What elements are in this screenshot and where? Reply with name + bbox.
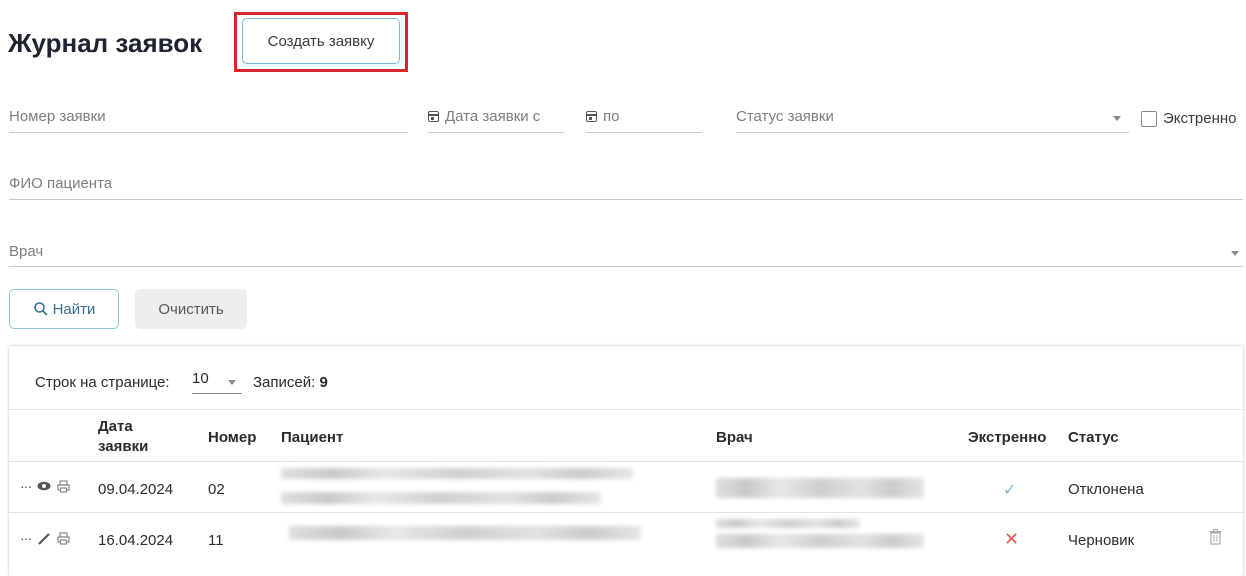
print-icon[interactable] (57, 531, 70, 545)
find-button[interactable]: Найти (9, 289, 119, 329)
column-header-doctor[interactable]: Врач (716, 429, 753, 446)
doctor-select[interactable]: Врач (9, 243, 43, 260)
chevron-down-icon[interactable] (1113, 116, 1121, 121)
find-label: Найти (52, 300, 96, 318)
eye-icon[interactable] (37, 481, 51, 491)
records-value: 9 (319, 374, 328, 391)
date-to-field[interactable]: по (586, 108, 619, 125)
status-underline (736, 132, 1129, 133)
print-icon[interactable] (57, 479, 70, 493)
status-select[interactable]: Статус заявки (736, 108, 834, 125)
request-number-underline (9, 132, 408, 133)
row-1-date: 09.04.2024 (98, 481, 174, 498)
row-1-number: 02 (208, 481, 225, 498)
calendar-icon (586, 111, 597, 122)
row-2-patient-blurred (289, 526, 641, 540)
clear-button[interactable]: Очистить (135, 289, 247, 329)
records-count: Записей: 9 (253, 374, 328, 391)
rows-per-page-label: Строк на странице: (35, 374, 170, 391)
urgent-checkbox[interactable] (1141, 111, 1157, 127)
rows-per-page-select[interactable]: 10 (192, 370, 242, 394)
doctor-underline (9, 266, 1243, 267)
column-header-date[interactable]: Дата заявки (98, 417, 148, 457)
request-number-field[interactable]: Номер заявки (9, 108, 106, 125)
pencil-icon[interactable] (37, 532, 51, 545)
row-1-patient-blurred (281, 492, 601, 504)
chevron-down-icon[interactable] (1231, 251, 1239, 256)
calendar-icon (428, 111, 439, 122)
column-header-status[interactable]: Статус (1068, 429, 1119, 446)
row-2-doctor-blurred (716, 519, 860, 528)
more-icon[interactable]: ··· (20, 530, 32, 546)
table-divider (9, 512, 1243, 513)
row-1-patient-blurred (281, 468, 633, 479)
search-icon (33, 302, 48, 316)
chevron-down-icon (228, 380, 236, 385)
patient-underline (9, 199, 1243, 200)
date-from-underline (428, 132, 564, 133)
table-divider (9, 409, 1243, 410)
column-header-urgent[interactable]: Экстренно (968, 429, 1046, 446)
trash-icon[interactable] (1209, 529, 1222, 545)
row-actions: ··· (20, 478, 70, 494)
patient-name-field[interactable]: ФИО пациента (9, 175, 112, 192)
row-2-status: Черновик (1068, 532, 1135, 549)
date-from-label: Дата заявки с (445, 108, 541, 125)
page-title: Журнал заявок (8, 28, 203, 58)
row-2-number: 11 (208, 532, 224, 549)
date-to-underline (586, 132, 702, 133)
row-1-status: Отклонена (1068, 481, 1144, 498)
row-1-doctor-blurred (716, 478, 924, 498)
create-request-button[interactable]: Создать заявку (242, 18, 400, 64)
records-label: Записей: (253, 374, 316, 391)
date-from-field[interactable]: Дата заявки с (428, 108, 540, 125)
row-2-urgent-cross-icon: ✕ (1004, 529, 1020, 549)
row-actions: ··· (20, 530, 70, 546)
table-divider (9, 461, 1243, 462)
row-2-doctor-blurred (716, 534, 924, 548)
date-to-label: по (603, 108, 620, 125)
urgent-label: Экстренно (1163, 110, 1237, 127)
column-header-date-line1: Дата (98, 418, 133, 435)
column-header-patient[interactable]: Пациент (281, 429, 343, 446)
column-header-number[interactable]: Номер (208, 429, 256, 446)
rows-per-page-value: 10 (192, 370, 209, 387)
row-1-urgent-check-icon: ✓ (1003, 482, 1017, 499)
column-header-date-line2: заявки (98, 438, 149, 455)
row-2-date: 16.04.2024 (98, 532, 174, 549)
more-icon[interactable]: ··· (20, 478, 32, 494)
